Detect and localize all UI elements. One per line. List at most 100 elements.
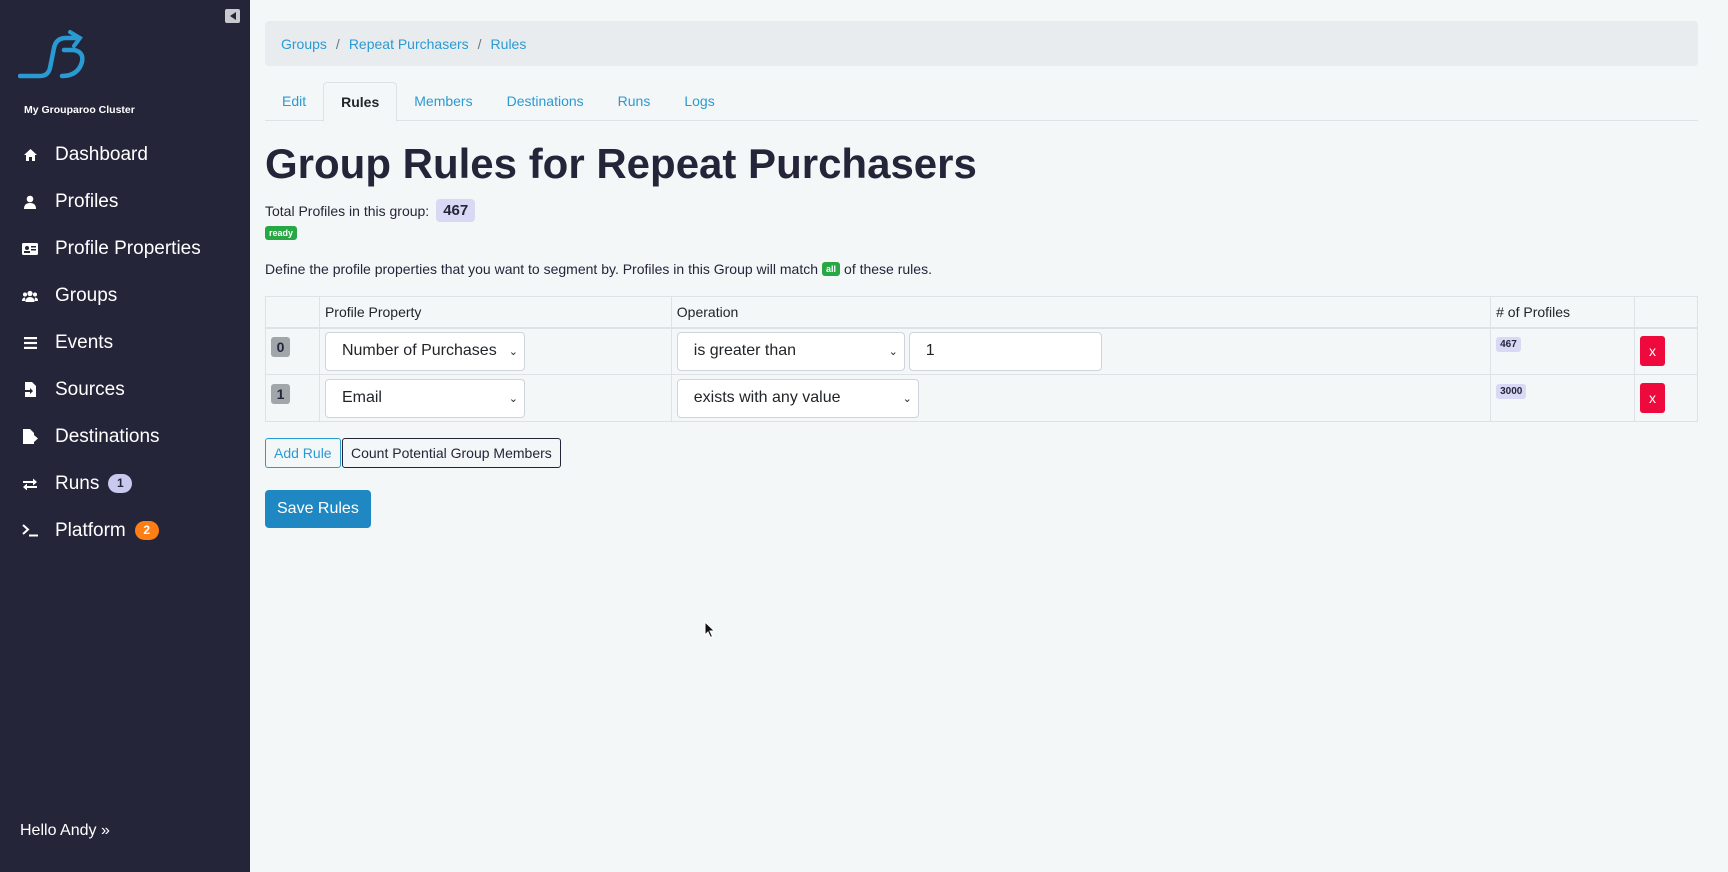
sidebar-item-label: Destinations [55,425,160,447]
exchange-icon [22,476,38,492]
sidebar-item-destinations[interactable]: Destinations [0,413,250,460]
breadcrumb-rules[interactable]: Rules [491,36,527,52]
remove-rule-button[interactable]: x [1640,336,1665,367]
rule-index-cell: 1 [265,374,320,422]
rules-table: Profile Property Operation # of Profiles… [265,296,1698,422]
tab-logs[interactable]: Logs [667,82,731,121]
property-select[interactable]: Number of Purchases ⌄ [324,331,525,371]
file-import-icon [22,382,38,398]
collapse-sidebar-button[interactable] [225,9,240,23]
sidebar-item-runs[interactable]: Runs 1 [0,460,250,507]
sidebar-item-label: Events [55,331,114,353]
breadcrumb-separator: / [335,35,340,52]
sidebar-item-label: Groups [55,284,118,306]
description-suffix: of these rules. [844,261,932,277]
sidebar-item-platform[interactable]: Platform 2 [0,507,250,554]
rule-operation-cell: is greater than ⌄ 1 [670,327,1492,375]
rule-index-cell: 0 [265,327,320,375]
operation-select[interactable]: is greater than ⌄ [676,331,905,371]
sidebar-item-groups[interactable]: Groups [0,272,250,319]
chevron-down-icon: ⌄ [508,392,518,405]
page-title: Group Rules for Repeat Purchasers [265,140,977,187]
property-select-value: Email [341,389,382,406]
rule-property-cell: Number of Purchases ⌄ [318,327,672,375]
rule-actions-cell: x [1634,374,1698,422]
sidebar-item-label: Platform [55,519,126,541]
chevron-down-icon: ⌄ [508,345,518,358]
tab-edit[interactable]: Edit [265,82,323,121]
list-icon [22,335,38,351]
breadcrumb: Groups / Repeat Purchasers / Rules [265,21,1698,66]
add-rule-button[interactable]: Add Rule [265,438,341,468]
breadcrumb-group[interactable]: Repeat Purchasers [349,36,469,52]
remove-rule-button[interactable]: x [1640,383,1665,413]
user-menu-link[interactable]: Hello Andy » [20,822,110,840]
tab-rules[interactable]: Rules [323,82,398,122]
tab-runs[interactable]: Runs [601,82,668,121]
table-row: 1 Email ⌄ exists with any value ⌄ 3000 x [265,374,1698,422]
operation-select-value: is greater than [693,342,797,360]
caret-left-icon [229,12,236,20]
column-header-index [265,296,320,329]
rule-index-badge: 0 [271,337,290,358]
table-row: 0 Number of Purchases ⌄ is greater than ⌄ 1… [265,327,1698,375]
rule-profile-count-badge: 3000 [1496,384,1527,399]
column-header-property: Profile Property [318,296,672,329]
rule-profiles-cell: 467 [1490,327,1635,375]
operation-select-value: exists with any value [693,389,841,406]
tab-members[interactable]: Members [397,82,489,121]
table-header-row: Profile Property Operation # of Profiles [265,296,1698,329]
sidebar-item-label: Sources [55,378,125,400]
home-icon [22,147,38,163]
total-profiles-badge: 467 [436,199,476,222]
grouparoo-logo[interactable] [18,28,86,82]
tab-destinations[interactable]: Destinations [490,82,601,121]
column-header-profiles: # of Profiles [1490,296,1635,329]
property-select-value: Number of Purchases [341,342,497,360]
rule-value-input[interactable]: 1 [908,331,1102,371]
description-prefix: Define the profile properties that you w… [265,261,819,277]
chevron-down-icon: ⌄ [888,345,898,358]
sidebar-item-label: Dashboard [55,143,148,165]
save-rules-button[interactable]: Save Rules [265,490,371,528]
mouse-cursor-icon [704,621,716,639]
rule-profile-count-badge: 467 [1496,337,1521,353]
user-icon [22,194,38,210]
cluster-name: My Grouparoo Cluster [24,104,135,116]
tab-bar: Edit Rules Members Destinations Runs Log… [265,82,1698,122]
breadcrumb-separator: / [477,35,482,52]
file-export-icon [22,429,38,445]
sidebar-item-events[interactable]: Events [0,319,250,366]
rule-property-cell: Email ⌄ [318,374,672,422]
sidebar-nav: Dashboard Profiles Profile Properties Gr… [0,131,250,554]
platform-count-badge: 2 [134,521,159,540]
status-badge: ready [265,226,298,240]
runs-count-badge: 1 [108,474,133,493]
sidebar-item-sources[interactable]: Sources [0,366,250,413]
sidebar-item-label: Profile Properties [55,237,201,259]
id-card-icon [22,241,38,257]
total-profiles-line: Total Profiles in this group: 467 [265,199,476,222]
column-header-actions [1634,296,1698,329]
rule-operation-cell: exists with any value ⌄ [670,374,1492,422]
column-header-operation: Operation [670,296,1492,329]
rules-description: Define the profile properties that you w… [265,261,932,277]
terminal-icon [22,523,38,539]
users-icon [22,288,38,304]
count-members-button[interactable]: Count Potential Group Members [342,438,561,468]
rule-profiles-cell: 3000 [1490,374,1635,422]
sidebar-item-profiles[interactable]: Profiles [0,178,250,225]
sidebar-item-label: Runs [55,472,100,494]
operation-select[interactable]: exists with any value ⌄ [676,378,919,418]
total-profiles-label: Total Profiles in this group: [265,202,430,219]
breadcrumb-groups[interactable]: Groups [281,36,327,52]
sidebar-item-dashboard[interactable]: Dashboard [0,131,250,178]
chevron-down-icon: ⌄ [902,392,912,405]
property-select[interactable]: Email ⌄ [324,378,525,418]
rule-actions-cell: x [1634,327,1698,375]
rule-index-badge: 1 [271,384,290,404]
sidebar-item-profile-properties[interactable]: Profile Properties [0,225,250,272]
sidebar: My Grouparoo Cluster Dashboard Profiles … [0,0,250,872]
sidebar-item-label: Profiles [55,190,119,212]
match-type-badge: all [822,262,841,276]
